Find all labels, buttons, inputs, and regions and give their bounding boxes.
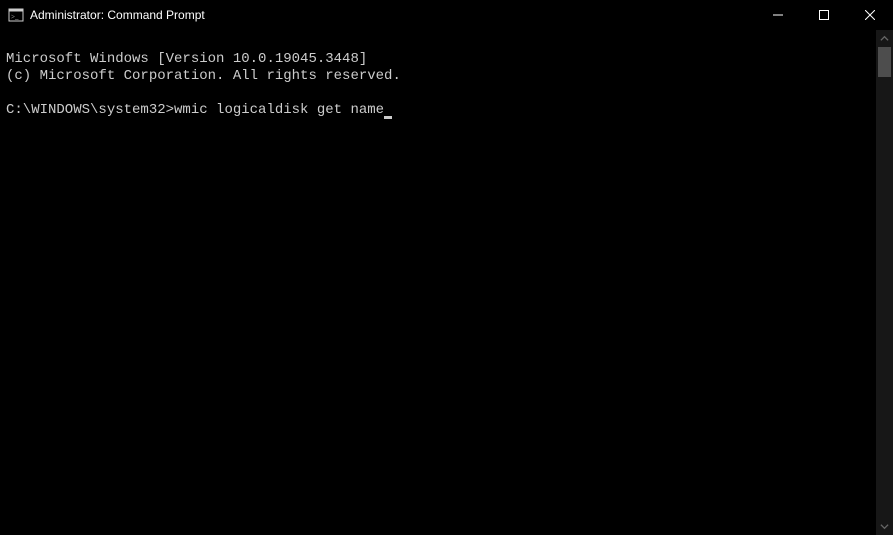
titlebar[interactable]: >_ Administrator: Command Prompt <box>0 0 893 30</box>
window-title: Administrator: Command Prompt <box>30 8 205 22</box>
prompt-path: C:\WINDOWS\system32> <box>6 102 174 118</box>
cursor <box>384 116 392 119</box>
scroll-down-arrow[interactable] <box>876 518 893 535</box>
close-button[interactable] <box>847 0 893 30</box>
minimize-button[interactable] <box>755 0 801 30</box>
scrollbar-track[interactable] <box>876 47 893 518</box>
copyright-line: (c) Microsoft Corporation. All rights re… <box>6 68 401 84</box>
version-line: Microsoft Windows [Version 10.0.19045.34… <box>6 51 367 67</box>
svg-text:>_: >_ <box>11 13 19 21</box>
terminal-output[interactable]: Microsoft Windows [Version 10.0.19045.34… <box>0 30 876 535</box>
window-controls <box>755 0 893 30</box>
command-input[interactable]: wmic logicaldisk get name <box>174 102 384 118</box>
scroll-up-arrow[interactable] <box>876 30 893 47</box>
vertical-scrollbar[interactable] <box>876 30 893 535</box>
maximize-button[interactable] <box>801 0 847 30</box>
command-prompt-window: >_ Administrator: Command Prompt Microso… <box>0 0 893 535</box>
app-icon: >_ <box>8 7 24 23</box>
scrollbar-thumb[interactable] <box>878 47 891 77</box>
content-area: Microsoft Windows [Version 10.0.19045.34… <box>0 30 893 535</box>
